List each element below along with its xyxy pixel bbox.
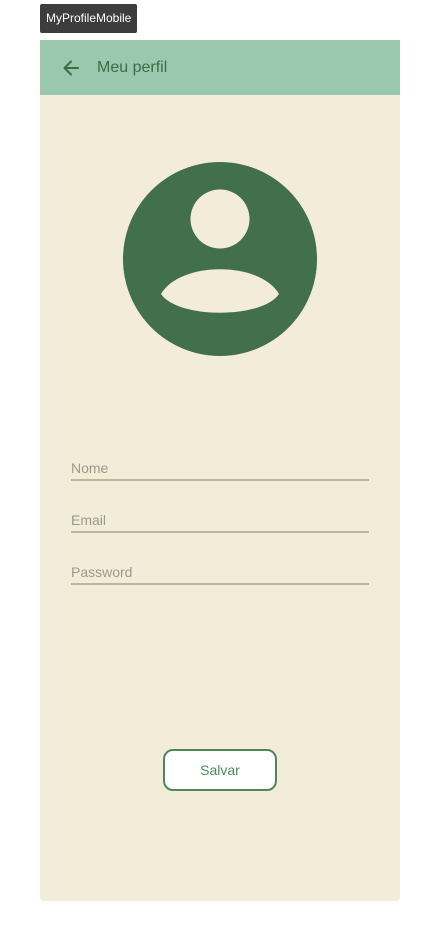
account-circle-icon	[123, 162, 317, 356]
password-field[interactable]	[71, 561, 369, 585]
back-button[interactable]	[57, 54, 85, 82]
arrow-left-icon	[63, 60, 79, 76]
app-bar: Meu perfil	[40, 40, 400, 95]
page-title: Meu perfil	[97, 59, 168, 76]
frame-label: MyProfileMobile	[40, 4, 138, 33]
password-field-wrapper	[71, 561, 369, 585]
email-field[interactable]	[71, 509, 369, 533]
name-field-wrapper	[71, 457, 369, 481]
save-button[interactable]: Salvar	[163, 749, 277, 791]
email-field-wrapper	[71, 509, 369, 533]
avatar[interactable]	[122, 161, 318, 357]
name-field[interactable]	[71, 457, 369, 481]
profile-screen: Meu perfil Salvar	[40, 40, 400, 901]
